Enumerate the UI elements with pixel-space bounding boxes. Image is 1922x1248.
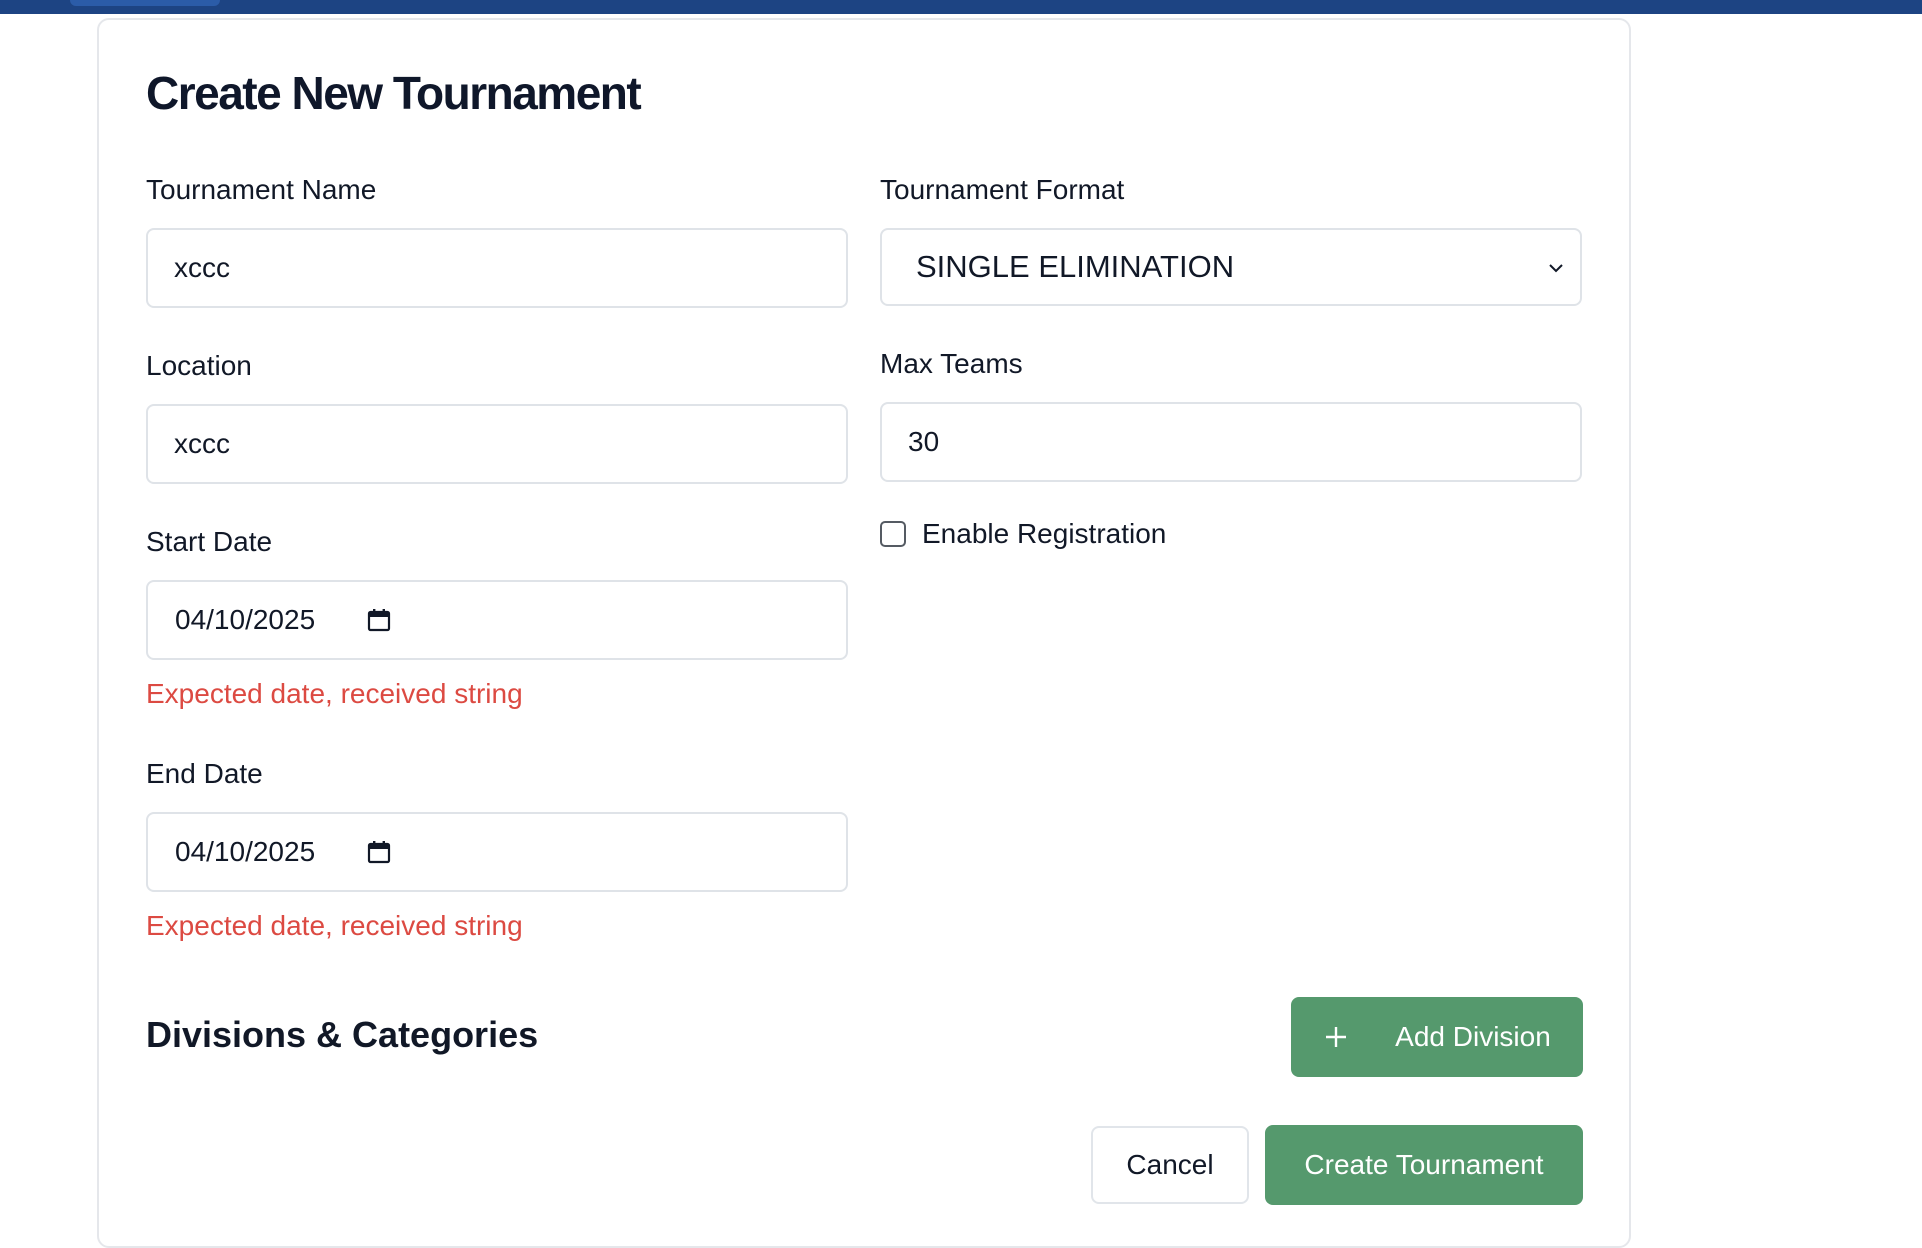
max-teams-label: Max Teams xyxy=(880,348,1023,379)
location-label: Location xyxy=(146,350,252,381)
active-nav-tab[interactable] xyxy=(70,0,220,6)
enable-registration-row[interactable]: Enable Registration xyxy=(880,518,1166,550)
end-date-value: 04/10/2025 xyxy=(175,836,316,867)
plus-icon xyxy=(1323,1024,1349,1050)
page-title: Create New Tournament xyxy=(146,67,642,119)
divisions-section-title: Divisions & Categories xyxy=(146,1014,539,1055)
start-date-value: 04/10/2025 xyxy=(175,604,316,635)
start-date-error: Expected date, received string xyxy=(146,678,523,709)
tournament-name-input[interactable]: xccc xyxy=(146,228,848,308)
tournament-name-value: xccc xyxy=(174,252,230,283)
start-date-label: Start Date xyxy=(146,526,273,557)
tournament-format-value: SINGLE ELIMINATION xyxy=(916,249,1235,284)
enable-registration-label[interactable]: Enable Registration xyxy=(922,518,1166,550)
end-date-error: Expected date, received string xyxy=(146,910,523,941)
enable-registration-checkbox[interactable] xyxy=(880,521,906,547)
calendar-icon[interactable] xyxy=(367,840,391,864)
max-teams-value: 30 xyxy=(908,426,940,457)
chevron-down-icon xyxy=(1546,258,1566,278)
start-date-input[interactable]: 04/10/2025 xyxy=(146,580,848,660)
create-tournament-button[interactable]: Create Tournament xyxy=(1265,1125,1583,1205)
cancel-label: Cancel xyxy=(1126,1149,1214,1180)
calendar-icon[interactable] xyxy=(367,608,391,632)
tournament-format-select[interactable]: SINGLE ELIMINATION xyxy=(880,228,1582,306)
tournament-name-label: Tournament Name xyxy=(146,174,377,205)
create-tournament-label: Create Tournament xyxy=(1304,1149,1544,1180)
add-division-button[interactable]: Add Division xyxy=(1291,997,1583,1077)
end-date-label: End Date xyxy=(146,758,263,789)
end-date-input[interactable]: 04/10/2025 xyxy=(146,812,848,892)
location-input[interactable]: xccc xyxy=(146,404,848,484)
top-nav-bar xyxy=(0,0,1922,14)
max-teams-input[interactable]: 30 xyxy=(880,402,1582,482)
cancel-button[interactable]: Cancel xyxy=(1091,1126,1249,1204)
location-value: xccc xyxy=(174,428,230,459)
tournament-format-label: Tournament Format xyxy=(880,174,1125,205)
add-division-label: Add Division xyxy=(1395,1021,1551,1052)
